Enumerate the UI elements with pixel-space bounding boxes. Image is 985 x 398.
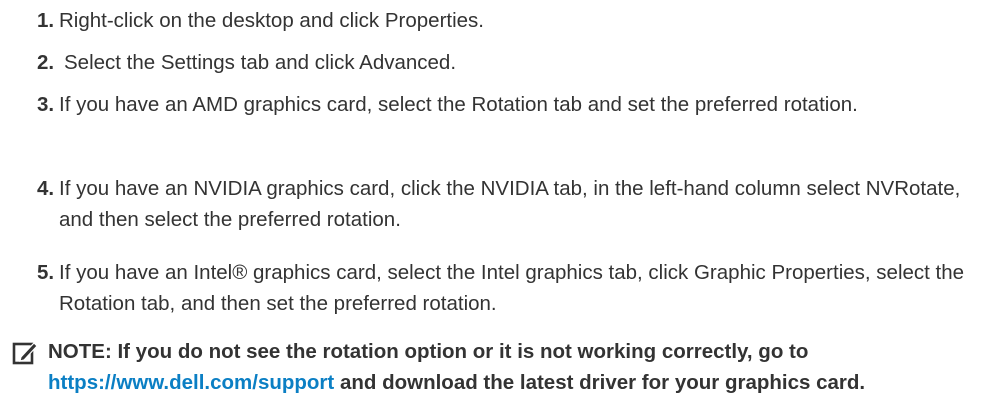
- step-text: If you have an NVIDIA graphics card, cli…: [59, 177, 961, 231]
- step-text: Right-click on the desktop and click Pro…: [59, 9, 485, 32]
- note-prefix: NOTE: If you do not see the rotation opt…: [48, 340, 809, 363]
- dell-support-link[interactable]: https://www.dell.com/support: [48, 371, 334, 394]
- step-2: 2. Select the Settings tab and click Adv…: [37, 47, 456, 78]
- step-number: 2.: [37, 51, 55, 74]
- step-3: 3. If you have an AMD graphics card, sel…: [37, 89, 858, 120]
- step-number: 3.: [37, 93, 55, 116]
- step-5: 5. If you have an Intel® graphics card, …: [37, 257, 977, 319]
- step-text: If you have an AMD graphics card, select…: [59, 93, 858, 116]
- step-number: 4.: [37, 177, 55, 200]
- note-block: NOTE: If you do not see the rotation opt…: [12, 336, 972, 398]
- step-1: 1. Right-click on the desktop and click …: [37, 5, 484, 36]
- step-number: 5.: [37, 261, 55, 284]
- note-pencil-icon: [12, 342, 38, 365]
- note-text: NOTE: If you do not see the rotation opt…: [48, 336, 972, 398]
- step-text: If you have an Intel® graphics card, sel…: [59, 261, 965, 315]
- note-suffix: and download the latest driver for your …: [334, 371, 866, 394]
- step-number: 1.: [37, 9, 55, 32]
- step-text: Select the Settings tab and click Advanc…: [64, 51, 457, 74]
- step-4: 4. If you have an NVIDIA graphics card, …: [37, 173, 977, 235]
